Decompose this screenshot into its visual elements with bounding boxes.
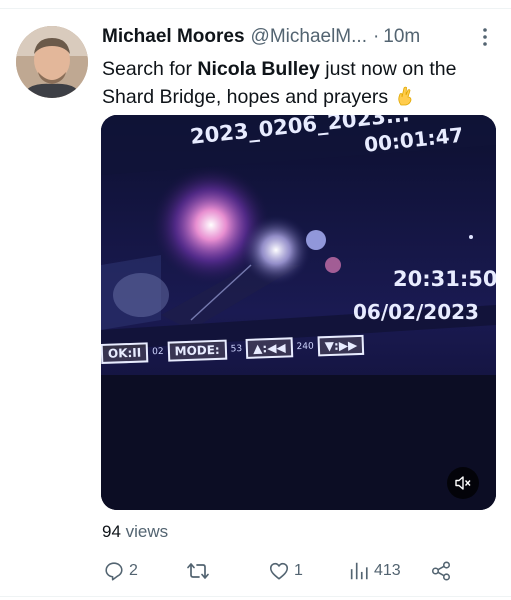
osd-clock: 20:31:50 <box>393 267 496 291</box>
views-label: views <box>120 522 169 541</box>
view-count: 413 <box>374 562 401 579</box>
osd-mode-button: MODE: <box>167 339 228 362</box>
tweet-timestamp[interactable]: 10m <box>383 26 420 48</box>
osd-small-a: 02 <box>152 346 164 358</box>
muted-speaker-icon <box>455 476 471 490</box>
osd-forward-button: ▼:▶▶ <box>317 334 365 357</box>
reply-count: 2 <box>129 562 138 579</box>
author-handle[interactable]: @MichaelM... <box>251 26 367 48</box>
author-name[interactable]: Michael Moores <box>102 26 245 48</box>
tweet-text-part1: Search for <box>102 58 198 80</box>
top-divider <box>0 8 511 9</box>
bottom-divider <box>0 596 511 597</box>
heart-icon <box>269 562 289 580</box>
reply-button[interactable]: 2 <box>103 558 138 584</box>
crossed-fingers-icon <box>397 86 412 106</box>
header-separator: · <box>372 26 380 47</box>
view-count-button[interactable]: 413 <box>348 558 401 584</box>
tweet-text-bold: Nicola Bulley <box>197 58 320 80</box>
reply-icon <box>105 562 123 581</box>
tweet-text: Search for Nicola Bulley just now on the… <box>102 55 502 111</box>
more-options-button[interactable] <box>474 24 496 50</box>
avatar-image <box>16 26 88 98</box>
tweet-media-video[interactable]: 2023_0206_2023... 00:01:47 20:31:50 06/0… <box>101 115 496 510</box>
more-dots-icon <box>483 28 487 46</box>
share-icon <box>431 561 451 581</box>
views-summary: 94 views <box>102 522 168 542</box>
like-button[interactable]: 1 <box>268 558 303 584</box>
retweet-icon <box>187 563 209 579</box>
views-count: 94 <box>102 522 121 541</box>
retweet-button[interactable] <box>186 558 214 584</box>
author-avatar[interactable] <box>16 26 88 98</box>
share-button[interactable] <box>430 558 452 584</box>
tweet-header: Michael Moores @MichaelM... · 10m <box>102 25 494 49</box>
osd-rewind-button: ▲:◀◀ <box>245 337 293 359</box>
osd-small-b: 53 <box>230 344 243 355</box>
osd-small-c: 240 <box>296 341 314 353</box>
osd-ok-button: OK:II <box>101 342 149 364</box>
analytics-bars-icon <box>350 562 368 580</box>
unmute-button[interactable] <box>447 467 479 499</box>
like-count: 1 <box>294 562 303 579</box>
osd-date: 06/02/2023 <box>353 300 479 324</box>
